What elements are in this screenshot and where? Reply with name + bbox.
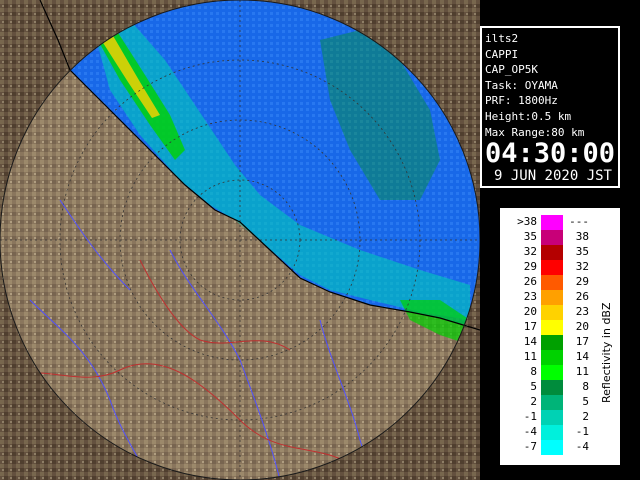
legend-lower: 17 (523, 320, 537, 333)
legend-upper: 2 (582, 410, 589, 423)
legend-lower: -7 (523, 440, 537, 453)
legend-swatch (541, 230, 563, 245)
radar-map (0, 0, 480, 480)
legend-lower: 29 (523, 260, 537, 273)
legend-lower: 32 (523, 245, 537, 258)
legend-upper: 23 (575, 305, 589, 318)
legend-upper: 17 (575, 335, 589, 348)
legend-lower: 2 (530, 395, 537, 408)
legend-upper: 20 (575, 320, 589, 333)
legend-swatch (541, 380, 563, 395)
info-panel: ilts2 CAPPI CAP_OP5K Task: OYAMA PRF: 18… (480, 26, 620, 188)
legend-upper: 8 (582, 380, 589, 393)
legend-lower: -1 (523, 410, 537, 423)
legend-upper: 26 (575, 290, 589, 303)
legend-swatch (541, 320, 563, 335)
height: Height:0.5 km (485, 109, 572, 123)
legend-upper: 32 (575, 260, 589, 273)
legend-lower: 35 (523, 230, 537, 243)
observation-date: 9 JUN 2020 JST (493, 168, 612, 185)
radar-name: ilts2 (485, 32, 519, 45)
legend-swatch (541, 395, 563, 410)
legend-swatch (541, 290, 563, 305)
legend-swatch (541, 350, 563, 365)
legend-upper: 29 (575, 275, 589, 288)
legend-swatch (541, 410, 563, 425)
legend-lower: 11 (523, 350, 537, 363)
legend-swatch (541, 305, 563, 320)
legend-swatch (541, 275, 563, 290)
prf: PRF: 1800Hz (485, 94, 558, 108)
legend-upper: 11 (575, 365, 589, 378)
legend-lower: 14 (523, 335, 537, 348)
legend-swatch (541, 425, 563, 440)
legend-upper: 5 (582, 395, 589, 408)
legend-lower: 23 (523, 290, 537, 303)
legend-lower: >38 (517, 215, 537, 228)
legend-upper: -4 (575, 440, 589, 453)
legend-lower: 5 (530, 380, 537, 393)
legend-lower: -4 (523, 425, 537, 438)
legend-lower: 8 (530, 365, 537, 378)
legend-upper: 38 (575, 230, 589, 243)
legend-swatch (541, 260, 563, 275)
legend-upper: 14 (575, 350, 589, 363)
task-name: Task: OYAMA (485, 78, 558, 92)
legend-swatch (541, 245, 563, 260)
product-id: CAP_OP5K (485, 63, 538, 77)
observation-time: 04:30:00 (485, 138, 616, 170)
legend-lower: 20 (523, 305, 537, 318)
legend-upper: --- (569, 215, 589, 228)
legend-swatch (541, 335, 563, 350)
product-type: CAPPI (485, 47, 519, 61)
legend-swatch (541, 440, 563, 455)
legend-upper: -1 (575, 425, 589, 438)
legend-title: Reflectivity in dBZ (600, 302, 613, 403)
legend-swatch (541, 215, 563, 230)
legend-swatch (541, 365, 563, 380)
legend-upper: 35 (575, 245, 589, 258)
legend-lower: 26 (523, 275, 537, 288)
